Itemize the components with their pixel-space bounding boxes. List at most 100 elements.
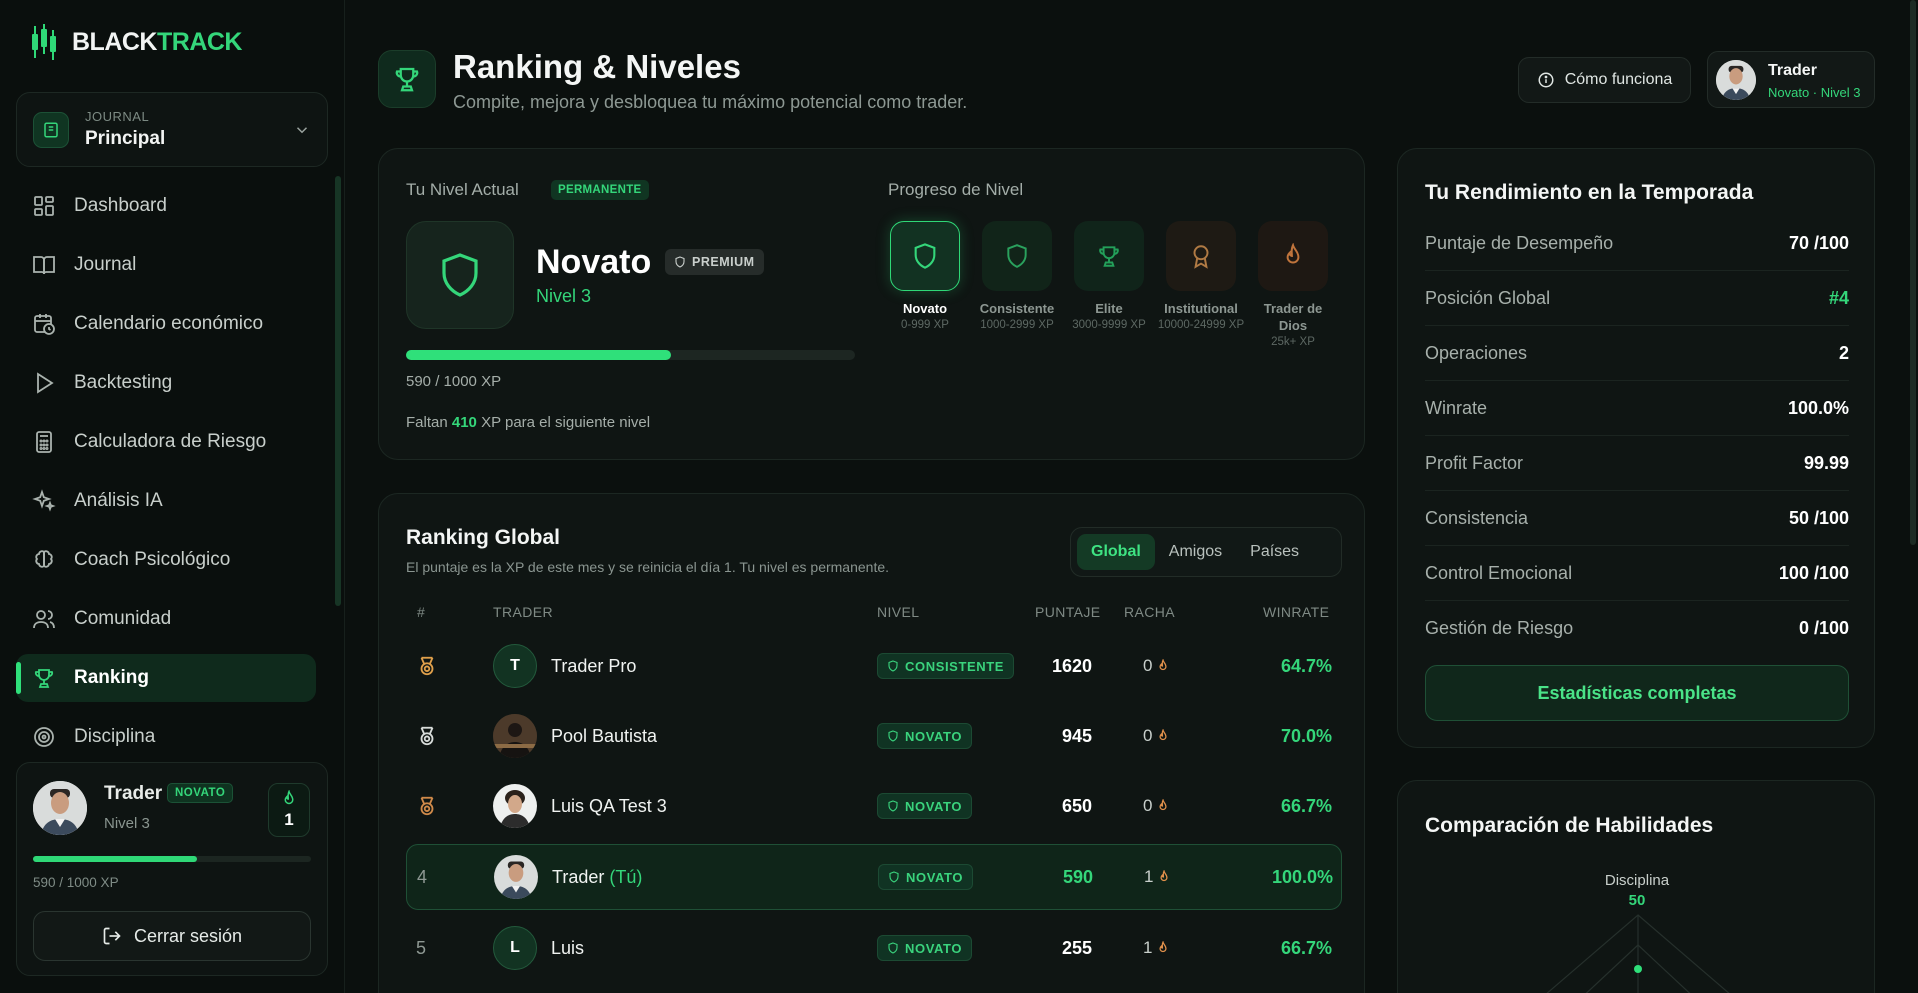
sidebar-item-backtesting[interactable]: Backtesting	[16, 359, 316, 407]
score-cell: 255	[1061, 937, 1092, 958]
tier-icon-box	[890, 221, 960, 291]
table-row[interactable]: T Trader Pro CONSISTENTE 1620 0 64.7%	[406, 634, 1342, 698]
ranking-title: Ranking Global	[406, 526, 561, 549]
users-icon	[32, 607, 56, 631]
full-stats-button[interactable]: Estadísticas completas	[1425, 665, 1849, 721]
current-level-label: Tu Nivel Actual	[406, 180, 519, 199]
tier-trader-de-dios[interactable]: Trader de Dios 25k+ XP	[1249, 221, 1337, 351]
table-row[interactable]: 5 L Luis NOVATO 255 1 66.7%	[406, 916, 1342, 980]
how-it-works-button[interactable]: Cómo funciona	[1518, 57, 1691, 103]
trader-name: Trader Pro	[551, 655, 637, 676]
stat-row: Operaciones 2	[1425, 326, 1849, 381]
sidebar-item-label: Comunidad	[74, 608, 172, 629]
trader-name: Luis	[551, 937, 585, 958]
rank-number: 4	[417, 866, 428, 887]
shield-icon	[887, 660, 899, 672]
sidebar-item-ranking[interactable]: Ranking	[16, 654, 316, 702]
season-title: Tu Rendimiento en la Temporada	[1425, 181, 1754, 204]
tier-consistente[interactable]: Consistente 1000-2999 XP	[973, 221, 1061, 334]
winrate-cell: 66.7%	[1280, 937, 1332, 958]
level-shield-tile	[406, 221, 514, 329]
tier-elite[interactable]: Elite 3000-9999 XP	[1065, 221, 1153, 334]
sidebar-item-disciplina[interactable]: Disciplina	[16, 713, 316, 761]
shield-icon	[887, 730, 899, 742]
sidebar-item-calculadora[interactable]: Calculadora de Riesgo	[16, 418, 316, 466]
shield-icon	[436, 251, 484, 299]
sidebar-item-label: Disciplina	[74, 726, 156, 747]
journal-selector[interactable]: JOURNAL Principal	[16, 92, 328, 167]
page-trophy-icon	[378, 50, 436, 108]
sidebar-item-comunidad[interactable]: Comunidad	[16, 595, 316, 643]
flame-icon	[1157, 870, 1171, 884]
sidebar-item-label: Journal	[74, 254, 137, 275]
header-user-menu[interactable]: Trader Novato · Nivel 3	[1707, 51, 1875, 108]
level-cell: NOVATO	[878, 845, 974, 909]
sidebar-item-dashboard[interactable]: Dashboard	[16, 182, 316, 230]
trader-name: Pool Bautista	[551, 725, 658, 746]
stat-row: Consistencia 50 /100	[1425, 491, 1849, 546]
winrate-cell: 64.7%	[1280, 655, 1332, 676]
stat-row: Gestión de Riesgo 0 /100	[1425, 618, 1849, 638]
level-badge: CONSISTENTE	[877, 653, 1015, 679]
level-xp-text: 590 / 1000 XP	[406, 373, 502, 390]
brand-logo[interactable]: BLACKTRACK	[30, 24, 243, 60]
sidebar-item-label: Coach Psicológico	[74, 549, 231, 570]
rank-medal	[416, 704, 446, 768]
stat-row: Posición Global #4	[1425, 271, 1849, 326]
table-row[interactable]: Luis QA Test 3 NOVATO 650 0 66.7%	[406, 774, 1342, 838]
sidebar-xp-bar	[33, 856, 311, 862]
xp-remaining-text: Faltan 410 XP para el siguiente nivel	[406, 414, 651, 431]
table-row-current-user[interactable]: 4 Trader (Tú) NOVATO 590 1 100.0%	[406, 844, 1342, 910]
logout-button[interactable]: Cerrar sesión	[33, 911, 311, 961]
sidebar-item-analisis-ia[interactable]: Análisis IA	[16, 477, 316, 525]
sidebar-item-calendario[interactable]: Calendario económico	[16, 300, 316, 348]
tier-institutional[interactable]: Institutional 10000-24999 XP	[1157, 221, 1245, 334]
tier-range: 10000-24999 XP	[1157, 319, 1245, 331]
trader-cell: Trader (Tú)	[494, 845, 642, 909]
premium-badge: PREMIUM	[665, 249, 764, 275]
level-cell: NOVATO	[877, 774, 973, 838]
sidebar-item-journal[interactable]: Journal	[16, 241, 316, 289]
play-icon	[32, 371, 56, 395]
shield-icon	[1004, 243, 1030, 269]
sidebar-item-coach[interactable]: Coach Psicológico	[16, 536, 316, 584]
calculator-icon	[32, 430, 56, 454]
sidebar-scrollbar[interactable]	[335, 176, 341, 606]
sidebar-item-label: Dashboard	[74, 195, 167, 216]
flame-icon	[1156, 729, 1170, 743]
avatar: L	[493, 926, 537, 970]
tab-amigos[interactable]: Amigos	[1155, 534, 1236, 570]
logout-label: Cerrar sesión	[133, 925, 243, 946]
ranking-tabs: Global Amigos Países	[1070, 527, 1342, 577]
stat-row: Winrate 100.0%	[1425, 381, 1849, 436]
flame-icon	[280, 790, 298, 808]
tab-paises[interactable]: Países	[1236, 534, 1313, 570]
calendar-clock-icon	[32, 312, 56, 336]
tier-range: 1000-2999 XP	[980, 319, 1054, 331]
brand-name: BLACKTRACK	[72, 27, 243, 56]
tier-name: Novato	[902, 301, 948, 316]
page-scrollbar[interactable]	[1910, 0, 1916, 545]
table-row[interactable]: Pool Bautista NOVATO 945 0 70.0%	[406, 704, 1342, 768]
score-cell: 945	[1061, 725, 1092, 746]
current-level-card: Tu Nivel Actual PERMANENTE Novato PREMIU…	[378, 148, 1365, 460]
level-xp-bar	[406, 350, 855, 360]
sidebar-item-label: Calendario económico	[74, 313, 264, 334]
you-marker: (Tú)	[609, 866, 643, 887]
tier-novato[interactable]: Novato 0-999 XP	[881, 221, 969, 334]
streak-counter: 1	[268, 783, 310, 837]
header-user-name: Trader	[1768, 62, 1817, 79]
level-badge: NOVATO	[877, 935, 973, 961]
shield-icon	[911, 242, 939, 270]
column-header-score: PUNTAJE	[1035, 604, 1101, 620]
sidebar-nav: Dashboard Journal Calendario económico B…	[16, 182, 316, 772]
column-header-trader: TRADER	[493, 604, 553, 620]
skills-radar-chart	[1546, 914, 1730, 993]
level-cell: CONSISTENTE	[877, 634, 1015, 698]
avatar[interactable]	[33, 781, 87, 835]
tab-global[interactable]: Global	[1077, 534, 1155, 570]
ranking-subtitle: El puntaje es la XP de este mes y se rei…	[406, 559, 890, 575]
tier-icon-box	[1166, 221, 1236, 291]
level-progress-label: Progreso de Nivel	[888, 180, 1024, 199]
medal-bronze-icon	[416, 795, 438, 817]
